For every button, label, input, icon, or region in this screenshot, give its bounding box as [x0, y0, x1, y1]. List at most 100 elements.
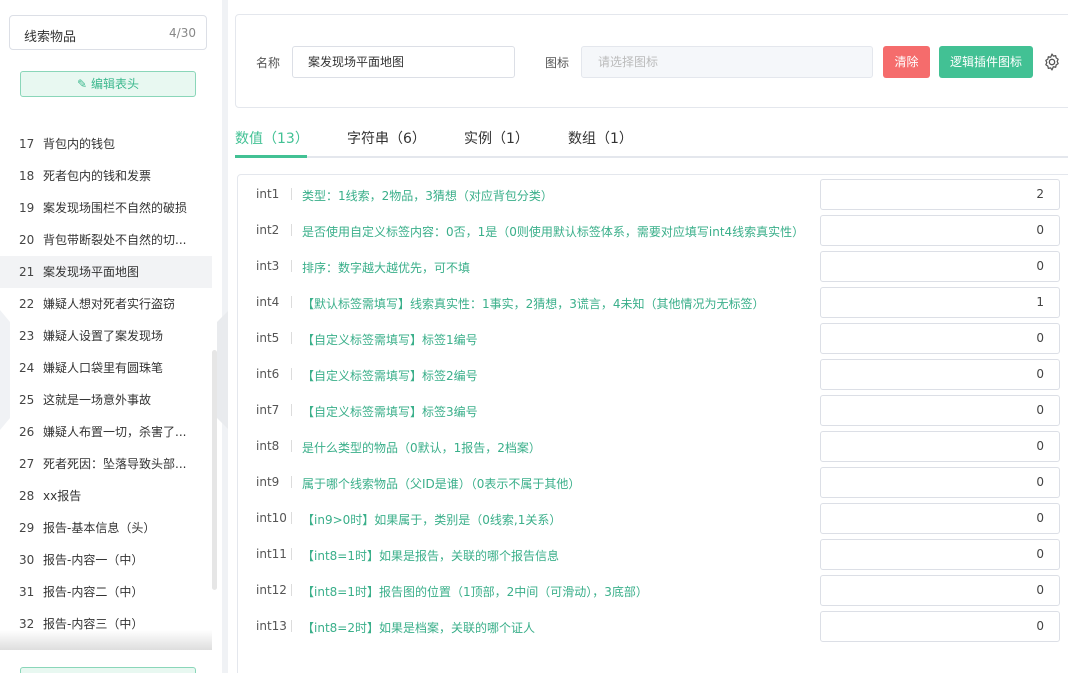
- field-description: 【自定义标签需填写】标签3编号: [302, 405, 478, 419]
- list-item[interactable]: 21 案发现场平面地图: [0, 256, 212, 288]
- list-item[interactable]: 27 死者死因：坠落导致头部...: [0, 448, 212, 480]
- list-item[interactable]: 30 报告-内容一（中）: [0, 544, 212, 576]
- field-row: int3 排序：数字越大越优先，可不填 0: [238, 248, 1068, 284]
- field-separator: [291, 440, 292, 452]
- field-value-input[interactable]: 1: [820, 287, 1060, 318]
- field-key: int13: [256, 619, 287, 633]
- list-item[interactable]: 22 嫌疑人想对死者实行盗窃: [0, 288, 212, 320]
- field-row: int12 【int8=1时】报告图的位置（1顶部，2中间（可滑动），3底部） 0: [238, 572, 1068, 608]
- list-item[interactable]: 19 案发现场围栏不自然的破损: [0, 192, 212, 224]
- clear-button[interactable]: 清除: [883, 46, 930, 78]
- field-separator: [291, 332, 292, 344]
- list-item-number: 20: [19, 233, 35, 247]
- field-separator: [291, 296, 292, 308]
- field-value-input[interactable]: 0: [820, 251, 1060, 282]
- field-value-input[interactable]: 0: [820, 431, 1060, 462]
- collapse-left-handle[interactable]: [0, 310, 10, 430]
- list-item[interactable]: 31 报告-内容二（中）: [0, 576, 212, 608]
- list-item-number: 18: [19, 169, 35, 183]
- field-description: 【默认标签需填写】线索真实性：1事实，2猜想，3谎言，4未知（其他情况为无标签）: [302, 297, 765, 311]
- list-item-label: 背包带断裂处不自然的切...: [43, 233, 187, 247]
- field-description: 排序：数字越大越优先，可不填: [302, 261, 471, 275]
- list-item-label: 背包内的钱包: [43, 137, 116, 151]
- field-value-input[interactable]: 0: [820, 503, 1060, 534]
- field-description: 【int8=2时】如果是档案，关联的哪个证人: [302, 621, 535, 635]
- list-item-label: 报告-内容一（中）: [43, 553, 144, 567]
- field-value-input[interactable]: 0: [820, 395, 1060, 426]
- field-description: 是什么类型的物品（0默认，1报告，2档案）: [302, 441, 541, 455]
- tab-3[interactable]: 实例（1）: [464, 126, 529, 158]
- field-row: int10 【in9>0时】如果属于，类别是（0线索,1关系） 0: [238, 500, 1068, 536]
- field-value-input[interactable]: 0: [820, 611, 1060, 642]
- field-key: int4: [256, 295, 280, 309]
- field-value-input[interactable]: 0: [820, 215, 1060, 246]
- list-item-number: 27: [19, 457, 35, 471]
- list-item-label: 报告-基本信息（头）: [43, 521, 156, 535]
- field-key: int5: [256, 331, 280, 345]
- search-input[interactable]: 线索物品 4/30: [9, 15, 207, 50]
- field-description: 属于哪个线索物品（父ID是谁）（0表示不属于其他）: [302, 477, 581, 491]
- gear-icon[interactable]: [1042, 52, 1062, 72]
- field-key: int7: [256, 403, 280, 417]
- active-tab-indicator: [235, 155, 307, 158]
- list-item[interactable]: 20 背包带断裂处不自然的切...: [0, 224, 212, 256]
- list-item[interactable]: 18 死者包内的钱和发票: [0, 160, 212, 192]
- field-value-input[interactable]: 0: [820, 323, 1060, 354]
- list-item[interactable]: 26 嫌疑人布置一切，杀害了...: [0, 416, 212, 448]
- list-item-label: 报告-内容三（中）: [43, 617, 144, 631]
- list-item[interactable]: 24 嫌疑人口袋里有圆珠笔: [0, 352, 212, 384]
- field-value-input[interactable]: 0: [820, 575, 1060, 606]
- tab-1[interactable]: 数值（13）: [235, 126, 309, 158]
- field-key: int11: [256, 547, 287, 561]
- field-row: int13 【int8=2时】如果是档案，关联的哪个证人 0: [238, 608, 1068, 644]
- field-value-input[interactable]: 0: [820, 467, 1060, 498]
- list-item[interactable]: 23 嫌疑人设置了案发现场: [0, 320, 212, 352]
- tab-2[interactable]: 字符串（6）: [347, 126, 426, 158]
- search-count: 4/30: [169, 26, 196, 40]
- field-row: int11 【int8=1时】如果是报告，关联的哪个报告信息 0: [238, 536, 1068, 572]
- field-description: 【int8=1时】如果是报告，关联的哪个报告信息: [302, 549, 559, 563]
- field-separator: [291, 404, 292, 416]
- field-value-input[interactable]: 2: [820, 179, 1060, 210]
- list-item-label: 嫌疑人设置了案发现场: [43, 329, 164, 343]
- field-separator: [291, 224, 292, 236]
- field-key: int1: [256, 187, 280, 201]
- list-item-label: 案发现场围栏不自然的破损: [43, 201, 188, 215]
- field-value-input[interactable]: 0: [820, 539, 1060, 570]
- bottom-button[interactable]: [20, 667, 196, 673]
- name-field[interactable]: 案发现场平面地图: [292, 46, 515, 78]
- field-key: int9: [256, 475, 280, 489]
- list-item-label: 嫌疑人口袋里有圆珠笔: [43, 361, 164, 375]
- list-item-number: 30: [19, 553, 35, 567]
- item-list: 17 背包内的钱包 18 死者包内的钱和发票 19 案发现场围栏不自然的破损 20 背包带断裂…: [0, 106, 212, 646]
- list-item-number: 25: [19, 393, 35, 407]
- list-fade-top: [0, 108, 212, 122]
- edit-header-button[interactable]: ✎ 编辑表头: [20, 71, 196, 97]
- list-item-number: 24: [19, 361, 35, 375]
- tab-4[interactable]: 数组（1）: [568, 126, 633, 158]
- field-separator: [291, 584, 292, 596]
- field-row: int6 【自定义标签需填写】标签2编号 0: [238, 356, 1068, 392]
- tab-bar: 数值（13） 字符串（6） 实例（1） 数组（1）: [235, 126, 1068, 158]
- main-panel: 名称 案发现场平面地图 图标 请选择图标 清除 逻辑插件图标 数值（13） 字符串…: [228, 0, 1068, 673]
- list-scrollbar[interactable]: [212, 350, 217, 590]
- field-row: int9 属于哪个线索物品（父ID是谁）（0表示不属于其他） 0: [238, 464, 1068, 500]
- list-item[interactable]: 17 背包内的钱包: [0, 128, 212, 160]
- field-value-input[interactable]: 0: [820, 359, 1060, 390]
- icon-select[interactable]: 请选择图标: [581, 46, 873, 78]
- plugin-icon-button[interactable]: 逻辑插件图标: [939, 46, 1033, 78]
- list-item-number: 26: [19, 425, 35, 439]
- list-item[interactable]: 25 这就是一场意外事故: [0, 384, 212, 416]
- list-item-label: xx报告: [43, 489, 82, 503]
- field-separator: [291, 548, 292, 560]
- list-item[interactable]: 29 报告-基本信息（头）: [0, 512, 212, 544]
- sidebar: 线索物品 4/30 ✎ 编辑表头 17 背包内的钱包 18 死者包内的钱和发票 19 案发现…: [0, 0, 222, 673]
- field-row: int5 【自定义标签需填写】标签1编号 0: [238, 320, 1068, 356]
- field-separator: [291, 476, 292, 488]
- list-item[interactable]: 28 xx报告: [0, 480, 212, 512]
- field-key: int8: [256, 439, 280, 453]
- edit-header-label: 编辑表头: [91, 77, 140, 91]
- field-row: int7 【自定义标签需填写】标签3编号 0: [238, 392, 1068, 428]
- list-item-label: 这就是一场意外事故: [43, 393, 152, 407]
- list-item-label: 案发现场平面地图: [43, 265, 140, 279]
